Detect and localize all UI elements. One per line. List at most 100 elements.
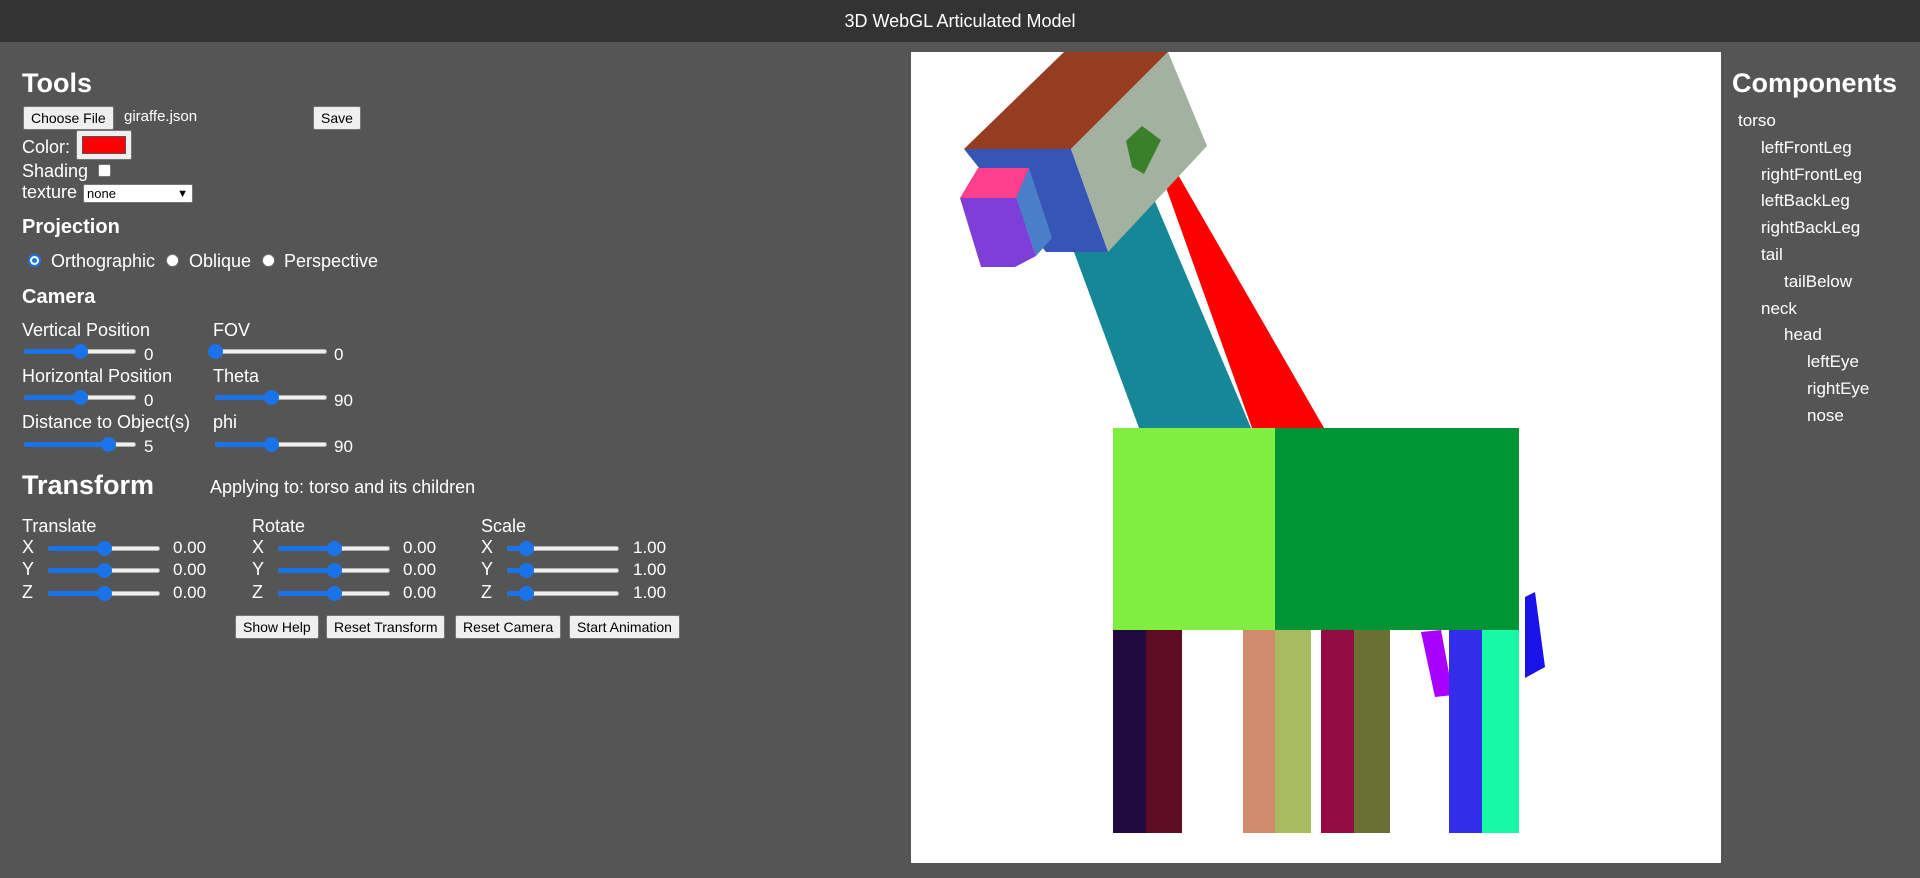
rotate-y-value: 0.00: [403, 560, 437, 579]
slider-thumb[interactable]: [208, 344, 223, 359]
vertical-position-slider[interactable]: [24, 343, 136, 359]
show-help-button[interactable]: Show Help: [235, 615, 319, 639]
component-item-rightFrontLeg[interactable]: rightFrontLeg: [1761, 165, 1862, 185]
slider-thumb[interactable]: [97, 586, 112, 601]
rotate-z-slider[interactable]: [278, 585, 390, 601]
torso-front: [1113, 428, 1275, 630]
camera-heading: Camera: [22, 286, 96, 308]
slider-fill: [278, 546, 334, 551]
phi-slider[interactable]: [215, 436, 327, 452]
component-item-neck[interactable]: neck: [1761, 299, 1797, 319]
left-front-leg-side: [1146, 630, 1182, 833]
webgl-canvas[interactable]: [911, 52, 1721, 863]
slider-fill: [24, 395, 80, 400]
phi-value: 90: [334, 437, 353, 456]
translate-y-value: 0.00: [173, 560, 207, 579]
slider-thumb[interactable]: [327, 586, 342, 601]
slider-thumb[interactable]: [101, 437, 116, 452]
component-item-leftEye[interactable]: leftEye: [1807, 352, 1859, 372]
slider-thumb[interactable]: [519, 541, 535, 556]
scale-label: Scale: [481, 516, 527, 536]
component-item-head[interactable]: head: [1784, 325, 1822, 345]
color-swatch-fill: [82, 136, 126, 154]
component-item-rightEye[interactable]: rightEye: [1807, 379, 1869, 399]
fov-slider[interactable]: [208, 343, 327, 359]
component-item-nose[interactable]: nose: [1807, 406, 1844, 426]
scale-y-slider[interactable]: [507, 562, 619, 578]
component-item-tail[interactable]: tail: [1761, 245, 1783, 265]
transform-heading: Transform: [22, 470, 155, 500]
scale-y-label: Y: [481, 559, 494, 579]
title-bar: 3D WebGL Articulated Model: [0, 0, 1920, 42]
reset-camera-button[interactable]: Reset Camera: [455, 615, 562, 639]
slider-fill: [48, 546, 104, 551]
translate-z-value: 0.00: [173, 583, 207, 602]
radio-oblique-label: Oblique: [189, 251, 252, 271]
app-title: 3D WebGL Articulated Model: [844, 10, 1076, 31]
scale-x-value: 1.00: [633, 538, 667, 557]
translate-label: Translate: [22, 516, 97, 536]
rotate-y-slider[interactable]: [278, 562, 390, 578]
slider-thumb[interactable]: [519, 586, 535, 601]
save-button[interactable]: Save: [313, 106, 361, 130]
theta-value: 90: [334, 391, 353, 410]
color-picker[interactable]: [76, 130, 132, 160]
slider-fill: [278, 568, 334, 573]
slider-thumb[interactable]: [97, 541, 112, 556]
scale-x-label: X: [481, 537, 494, 557]
start-animation-button[interactable]: Start Animation: [569, 615, 680, 639]
slider-fill: [215, 395, 271, 400]
slider-thumb[interactable]: [327, 541, 342, 556]
translate-x-value: 0.00: [173, 538, 207, 557]
phi-label: phi: [213, 412, 238, 432]
slider-fill: [48, 568, 104, 573]
rotate-label: Rotate: [252, 516, 306, 536]
component-item-leftBackLeg[interactable]: leftBackLeg: [1761, 191, 1850, 211]
translate-y-slider[interactable]: [48, 562, 160, 578]
radio-oblique[interactable]: [166, 254, 179, 267]
rotate-x-value: 0.00: [403, 538, 437, 557]
left-front-leg-front: [1113, 630, 1146, 833]
right-back-leg-side: [1482, 630, 1519, 833]
components-heading: Components: [1732, 68, 1897, 98]
slider-thumb[interactable]: [73, 344, 88, 359]
distance-slider[interactable]: [24, 436, 136, 452]
slider-thumb[interactable]: [97, 563, 112, 578]
scale-x-slider[interactable]: [507, 540, 619, 556]
horizontal-position-slider[interactable]: [24, 389, 136, 405]
component-item-rightBackLeg[interactable]: rightBackLeg: [1761, 218, 1860, 238]
radio-perspective-label: Perspective: [284, 251, 379, 271]
shading-checkbox[interactable]: [98, 164, 111, 177]
scale-z-value: 1.00: [633, 583, 667, 602]
tail-part: [1421, 630, 1453, 697]
radio-perspective[interactable]: [262, 254, 275, 267]
reset-transform-button[interactable]: Reset Transform: [326, 615, 446, 639]
vertical-position-value: 0: [144, 345, 154, 364]
choose-file-button[interactable]: Choose File: [23, 106, 114, 130]
slider-thumb[interactable]: [519, 563, 535, 578]
radio-orthographic[interactable]: [28, 254, 41, 267]
tail-below-part: [1525, 592, 1545, 678]
texture-select[interactable]: none ▼: [83, 184, 193, 203]
component-item-leftFrontLeg[interactable]: leftFrontLeg: [1761, 138, 1852, 158]
color-label: Color:: [22, 137, 71, 157]
slider-thumb[interactable]: [327, 563, 342, 578]
left-back-leg-side: [1354, 630, 1390, 833]
right-front-leg-front: [1243, 630, 1275, 833]
rotate-x-slider[interactable]: [278, 540, 390, 556]
rotate-y-label: Y: [252, 559, 265, 579]
scale-z-slider[interactable]: [507, 585, 619, 601]
component-item-torso[interactable]: torso: [1738, 111, 1776, 131]
rotate-z-value: 0.00: [403, 583, 437, 602]
theta-slider[interactable]: [215, 389, 327, 405]
slider-thumb[interactable]: [264, 437, 279, 452]
translate-x-slider[interactable]: [48, 540, 160, 556]
slider-thumb[interactable]: [264, 390, 279, 405]
component-item-tailBelow[interactable]: tailBelow: [1784, 272, 1852, 292]
translate-z-label: Z: [22, 582, 33, 602]
translate-z-slider[interactable]: [48, 585, 160, 601]
slider-fill: [24, 442, 108, 447]
slider-track: [215, 349, 327, 354]
slider-thumb[interactable]: [73, 390, 88, 405]
vertical-position-label: Vertical Position: [22, 320, 151, 340]
